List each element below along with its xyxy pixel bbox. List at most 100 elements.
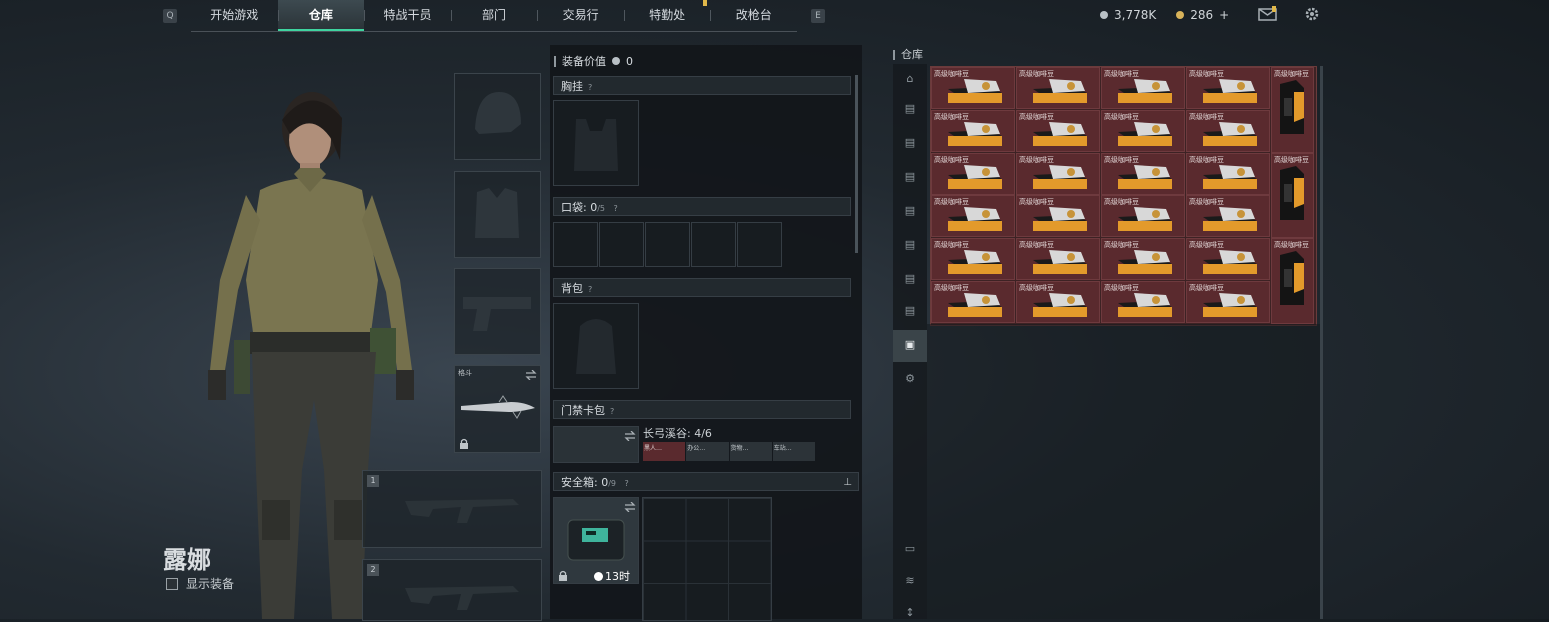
warehouse-item-coffee-box[interactable]: 高级咖啡豆 [1016, 281, 1100, 323]
safe-box-slot[interactable]: 13时 [553, 497, 639, 584]
tab-page-8-icon[interactable]: ▣ [901, 338, 919, 354]
backpack-slot[interactable] [553, 303, 639, 389]
tab-warehouse[interactable]: 仓库 [277, 0, 365, 31]
keycard-item[interactable]: 黑人… [643, 442, 686, 461]
tab-operators[interactable]: 特战干员 [364, 0, 451, 31]
warehouse-item-coffee-box[interactable]: 高级咖啡豆 [1186, 195, 1270, 238]
warehouse-item-coffee-box[interactable]: 高级咖啡豆 [1101, 152, 1185, 195]
tab-trading[interactable]: 交易行 [537, 0, 624, 31]
warehouse-item-coffee-box[interactable]: 高级咖啡豆 [1016, 152, 1100, 195]
swap-icon[interactable] [624, 502, 636, 512]
equipment-value: 0 [626, 54, 633, 68]
tab-gunsmith[interactable]: 改枪台 [710, 0, 797, 31]
pin-icon[interactable]: ⊥ [843, 473, 852, 492]
warehouse-item-coffee-box[interactable]: 高级咖啡豆 [1101, 238, 1185, 281]
tab-page-5-icon[interactable]: ▤ [901, 238, 919, 254]
tab-start-game[interactable]: 开始游戏 [191, 0, 278, 31]
add-currency-button[interactable]: + [1219, 8, 1229, 22]
warehouse-item-coffee-box[interactable]: 高级咖啡豆 [931, 67, 1015, 109]
pocket-slot[interactable] [599, 222, 644, 267]
show-equipment-label: 显示装备 [186, 577, 235, 591]
warehouse-item-coffee-box[interactable]: 高级咖啡豆 [1186, 281, 1270, 323]
tab-sort-icon[interactable]: ▭ [901, 542, 919, 558]
coffee-box-icon [1203, 293, 1257, 317]
tab-page-7-icon[interactable]: ▤ [901, 304, 919, 320]
swap-icon[interactable] [525, 370, 537, 380]
pocket-slot[interactable] [691, 222, 736, 267]
tab-department[interactable]: 部门 [450, 0, 538, 31]
warehouse-item-coffee-box[interactable]: 高级咖啡豆 [931, 152, 1015, 195]
melee-slot[interactable]: 格斗 [454, 365, 541, 453]
help-icon[interactable]: ? [588, 83, 592, 92]
warehouse-item-coffee-box[interactable]: 高级咖啡豆 [1101, 281, 1185, 323]
show-equipment-checkbox[interactable] [166, 577, 178, 590]
warehouse-item-coffee-box[interactable]: 高级咖啡豆 [1101, 67, 1185, 109]
warehouse-item-coffee-box[interactable]: 高级咖啡豆 [931, 281, 1015, 323]
help-icon[interactable]: ? [614, 204, 618, 213]
rifle-icon [405, 499, 519, 523]
pocket-slot[interactable] [645, 222, 690, 267]
premium-coin-icon [1176, 11, 1185, 19]
keycard-item[interactable]: 办公… [686, 442, 729, 461]
warehouse-item-coffee-box[interactable]: 高级咖啡豆 [1016, 238, 1100, 281]
warehouse-item-coffee-pack[interactable]: 高级咖啡豆 [1271, 67, 1314, 153]
tab-page-6-icon[interactable]: ▤ [901, 272, 919, 288]
coffee-pack-icon [1280, 165, 1304, 220]
mail-icon[interactable] [1258, 6, 1278, 22]
tab-page-2-icon[interactable]: ▤ [901, 136, 919, 152]
warehouse-item-coffee-pack[interactable]: 高级咖啡豆 [1271, 152, 1314, 239]
help-icon[interactable]: ? [625, 479, 629, 488]
help-icon[interactable]: ? [610, 407, 614, 416]
pocket-slot[interactable] [553, 222, 598, 267]
helmet-icon [475, 92, 521, 134]
keycard-item[interactable]: 货物… [729, 442, 772, 461]
help-icon[interactable]: ? [588, 285, 592, 294]
layers-icon[interactable]: ≋ [901, 574, 919, 590]
warehouse-item-coffee-box[interactable]: 高级咖啡豆 [1186, 152, 1270, 195]
coffee-pack-icon [1280, 251, 1304, 306]
coin-icon [612, 57, 620, 65]
warehouse-item-coffee-box[interactable]: 高级咖啡豆 [931, 109, 1015, 152]
safe-box-grid[interactable] [642, 497, 772, 621]
armor-slot[interactable] [454, 171, 541, 258]
warehouse-item-coffee-box[interactable]: 高级咖啡豆 [1186, 67, 1270, 109]
show-equipment-toggle[interactable]: 显示装备 [166, 575, 234, 592]
helmet-slot[interactable] [454, 73, 541, 160]
keycard-item[interactable]: 车站… [772, 442, 815, 461]
warehouse-item-coffee-pack[interactable]: 高级咖啡豆 [1271, 238, 1314, 324]
settings-gear-icon[interactable] [1303, 5, 1321, 23]
tab-all-icon[interactable]: ⌂ [901, 72, 919, 88]
tab-page-4-icon[interactable]: ▤ [901, 204, 919, 220]
warehouse-item-coffee-box[interactable]: 高级咖啡豆 [1016, 195, 1100, 238]
warehouse-item-coffee-box[interactable]: 高级咖啡豆 [1101, 109, 1185, 152]
tab-page-1-icon[interactable]: ▤ [901, 102, 919, 118]
warehouse-item-coffee-box[interactable]: 高级咖啡豆 [1101, 195, 1185, 238]
warehouse-scrollbar[interactable] [1320, 66, 1323, 619]
pocket-slot[interactable] [737, 222, 782, 267]
tab-special-ops[interactable]: 特勤处 [623, 0, 711, 31]
warehouse-empty-area[interactable] [927, 324, 1320, 619]
tab-page-active[interactable]: ▣ [893, 330, 927, 362]
warehouse-item-coffee-box[interactable]: 高级咖啡豆 [931, 238, 1015, 281]
warehouse-item-coffee-box[interactable]: 高级咖啡豆 [1186, 238, 1270, 281]
tab-page-3-icon[interactable]: ▤ [901, 170, 919, 186]
warehouse-item-coffee-box[interactable]: 高级咖啡豆 [931, 195, 1015, 238]
sidearm-slot[interactable] [454, 268, 541, 355]
secondary-weapon-slot[interactable]: 2 [362, 559, 542, 621]
expand-icon[interactable]: ↕ [901, 606, 919, 622]
nav-prev-key[interactable]: Q [163, 9, 177, 23]
warehouse-item-coffee-box[interactable]: 高级咖啡豆 [1016, 109, 1100, 152]
coffee-box-icon [1033, 121, 1087, 146]
swap-icon[interactable] [624, 431, 636, 441]
coffee-box-icon [948, 250, 1002, 275]
keycard-case-slot[interactable] [553, 426, 639, 463]
primary-weapon-slot[interactable]: 1 [362, 470, 542, 548]
chest-rig-slot[interactable] [553, 100, 639, 186]
warehouse-item-coffee-box[interactable]: 高级咖啡豆 [1186, 109, 1270, 152]
coffee-box-icon [1033, 207, 1087, 232]
tab-settings-icon[interactable]: ⚙ [901, 372, 919, 388]
loadout-scrollbar[interactable] [855, 75, 858, 253]
currency-bar: 3,778K 286 + [1100, 6, 1229, 24]
nav-next-key[interactable]: E [811, 9, 825, 23]
warehouse-item-coffee-box[interactable]: 高级咖啡豆 [1016, 67, 1100, 109]
